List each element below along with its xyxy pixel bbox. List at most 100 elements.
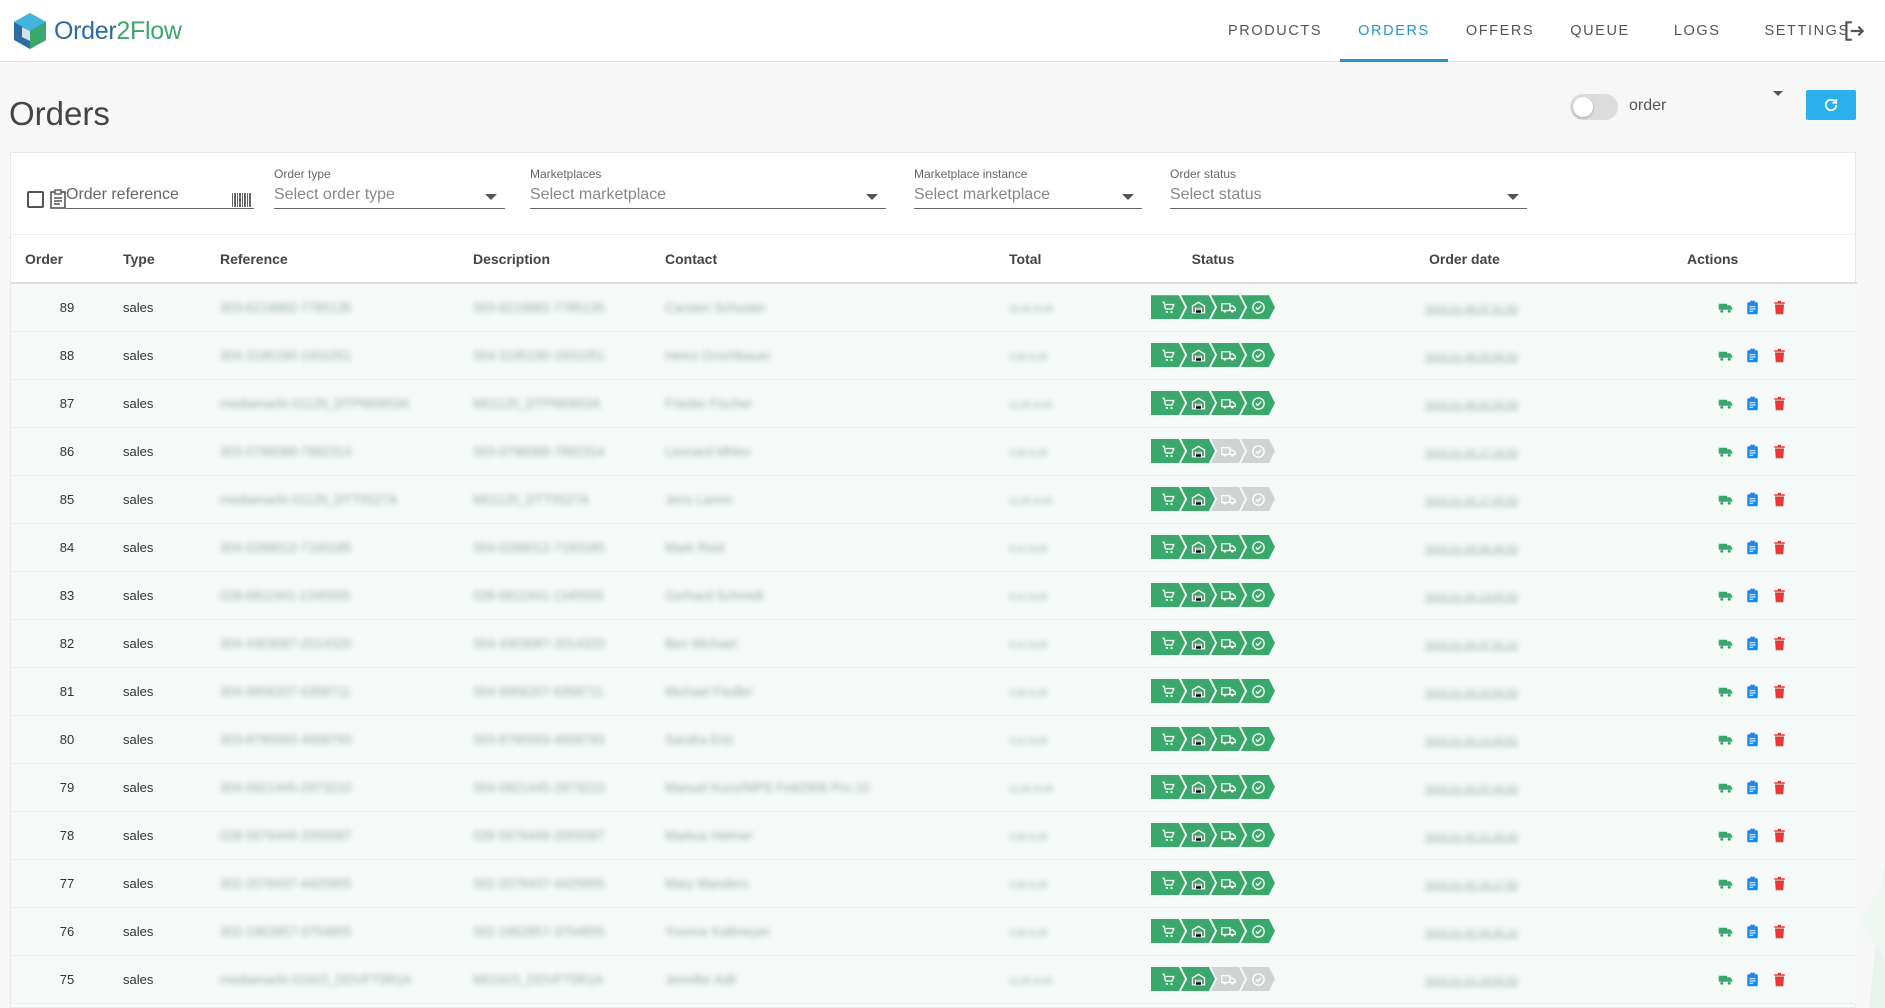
clipboard-list-icon[interactable]	[49, 189, 67, 209]
order-date-link[interactable]: 2024-01-05 17:05:55	[1425, 496, 1518, 507]
col-description[interactable]: Description	[473, 235, 665, 284]
order-date-link[interactable]: 2024-01-03 07:43:05	[1425, 784, 1518, 795]
truck-icon[interactable]	[1718, 444, 1733, 459]
select-all-checkbox[interactable]	[27, 191, 44, 208]
trash-icon[interactable]	[1772, 348, 1787, 363]
order-date-link[interactable]: 2024-01-04 07:51:15	[1425, 640, 1518, 651]
col-contact[interactable]: Contact	[665, 235, 1009, 284]
table-row[interactable]: 76 sales 302-1962857-3754855 302-1962857-37…	[11, 907, 1857, 956]
truck-icon[interactable]	[1718, 348, 1733, 363]
clipboard-icon[interactable]	[1745, 684, 1760, 699]
col-order[interactable]: Order	[11, 235, 123, 284]
trash-icon[interactable]	[1772, 444, 1787, 459]
app-logo[interactable]: Order2Flow	[10, 12, 182, 50]
truck-icon[interactable]	[1718, 876, 1733, 891]
order-type-select[interactable]: Order type Select order type	[274, 167, 505, 209]
trash-icon[interactable]	[1772, 300, 1787, 315]
clipboard-icon[interactable]	[1745, 492, 1760, 507]
clipboard-icon[interactable]	[1745, 780, 1760, 795]
table-row[interactable]: 82 sales 304-4303087-2014320 304-4303087-20…	[11, 619, 1857, 668]
clipboard-icon[interactable]	[1745, 828, 1760, 843]
barcode-icon[interactable]	[232, 193, 252, 207]
clipboard-icon[interactable]	[1745, 396, 1760, 411]
marketplace-instance-select[interactable]: Marketplace instance Select marketplace	[914, 167, 1142, 209]
trash-icon[interactable]	[1772, 876, 1787, 891]
order-date-link[interactable]: 2024-01-04 13:05:55	[1425, 592, 1518, 603]
table-row[interactable]: 80 sales 303-8795593-4658793 303-8795593-46…	[11, 715, 1857, 764]
order-date-link[interactable]: 2024-01-08 01:55:59	[1425, 400, 1518, 411]
table-row[interactable]: 77 sales 302-2078437-4425955 302-2078437-44…	[11, 859, 1857, 908]
order-reference-input[interactable]: Order reference	[66, 186, 254, 204]
logout-icon[interactable]	[1841, 18, 1867, 44]
nav-offers[interactable]: OFFERS	[1448, 0, 1552, 62]
clipboard-icon[interactable]	[1745, 636, 1760, 651]
trash-icon[interactable]	[1772, 972, 1787, 987]
table-row[interactable]: 79 sales 304-0921445-2973210 304-0921445-29…	[11, 763, 1857, 812]
clipboard-icon[interactable]	[1745, 972, 1760, 987]
order-date-link[interactable]: 2024-01-05 08:49:55	[1425, 544, 1518, 555]
col-type[interactable]: Type	[123, 235, 220, 284]
truck-icon[interactable]	[1718, 828, 1733, 843]
truck-icon[interactable]	[1718, 492, 1733, 507]
nav-logs[interactable]: LOGS	[1648, 0, 1747, 62]
order-reference-field[interactable]: Order reference	[66, 167, 254, 209]
trash-icon[interactable]	[1772, 636, 1787, 651]
clipboard-icon[interactable]	[1745, 540, 1760, 555]
order-status-select[interactable]: Order status Select status	[1170, 167, 1527, 209]
truck-icon[interactable]	[1718, 972, 1733, 987]
truck-icon[interactable]	[1718, 588, 1733, 603]
truck-icon[interactable]	[1718, 732, 1733, 747]
table-row[interactable]: 78 sales 028-5676449-2055587 028-5676449-20…	[11, 811, 1857, 860]
nav-orders[interactable]: ORDERS	[1340, 0, 1448, 62]
order-date-link[interactable]: 2024-01-08 05:59:50	[1425, 352, 1518, 363]
trash-icon[interactable]	[1772, 780, 1787, 795]
truck-icon[interactable]	[1718, 636, 1733, 651]
truck-icon[interactable]	[1718, 396, 1733, 411]
table-row[interactable]: 81 sales 304-9956207-6358711 304-9956207-63…	[11, 667, 1857, 716]
trash-icon[interactable]	[1772, 828, 1787, 843]
trash-icon[interactable]	[1772, 732, 1787, 747]
clipboard-icon[interactable]	[1745, 444, 1760, 459]
trash-icon[interactable]	[1772, 924, 1787, 939]
truck-icon[interactable]	[1718, 540, 1733, 555]
table-row[interactable]: 85 sales mediamarkt-01120_DTT5527A M01120_D…	[11, 475, 1857, 524]
marketplaces-select[interactable]: Marketplaces Select marketplace	[530, 167, 886, 209]
trash-icon[interactable]	[1772, 540, 1787, 555]
table-row[interactable]: 89 sales 303-6219882-7785135 303-6219882-77…	[11, 283, 1857, 332]
order-date-link[interactable]: 2024-01-08 07:51:55	[1425, 304, 1518, 315]
order-date-link[interactable]: 2024-01-02 21:35:45	[1425, 832, 1518, 843]
trash-icon[interactable]	[1772, 684, 1787, 699]
trash-icon[interactable]	[1772, 492, 1787, 507]
col-order-date[interactable]: Order date	[1357, 235, 1587, 284]
nav-products[interactable]: PRODUCTS	[1210, 0, 1340, 62]
truck-icon[interactable]	[1718, 300, 1733, 315]
clipboard-icon[interactable]	[1745, 732, 1760, 747]
clipboard-icon[interactable]	[1745, 588, 1760, 603]
table-row[interactable]: 84 sales 304-0288012-7193185 304-0288012-71…	[11, 523, 1857, 572]
clipboard-icon[interactable]	[1745, 924, 1760, 939]
table-row[interactable]: 75 sales mediamarkt-01915_DDVFT5R1A M01915_…	[11, 955, 1857, 1004]
clipboard-icon[interactable]	[1745, 876, 1760, 891]
nav-queue[interactable]: QUEUE	[1552, 0, 1648, 62]
col-reference[interactable]: Reference	[220, 235, 473, 284]
trash-icon[interactable]	[1772, 588, 1787, 603]
table-row[interactable]: 87 sales mediamarkt-01120_DTPM0953A M01120_…	[11, 379, 1857, 428]
refresh-button[interactable]	[1806, 90, 1856, 120]
clipboard-icon[interactable]	[1745, 300, 1760, 315]
truck-icon[interactable]	[1718, 780, 1733, 795]
table-row[interactable]: 83 sales 028-6811941-1345555 028-6811941-13…	[11, 571, 1857, 620]
col-status[interactable]: Status	[1069, 235, 1357, 284]
order-date-link[interactable]: 2024-01-02 19:17:55	[1425, 880, 1518, 891]
order-date-link[interactable]: 2024-01-02 09:35:15	[1425, 928, 1518, 939]
table-row[interactable]: 88 sales 304-3195190-1931051 304-3195190-19…	[11, 331, 1857, 380]
trash-icon[interactable]	[1772, 396, 1787, 411]
truck-icon[interactable]	[1718, 684, 1733, 699]
order-date-link[interactable]: 2024-01-01 18:55:55	[1425, 976, 1518, 987]
table-row[interactable]: 86 sales 303-0796088-7892314 303-0796088-78…	[11, 427, 1857, 476]
col-total[interactable]: Total	[1009, 235, 1069, 284]
order-toggle[interactable]	[1570, 94, 1618, 120]
order-date-link[interactable]: 2024-01-03 20:50:55	[1425, 688, 1518, 699]
truck-icon[interactable]	[1718, 924, 1733, 939]
clipboard-icon[interactable]	[1745, 348, 1760, 363]
order-date-link[interactable]: 2024-01-05 17:19:55	[1425, 448, 1518, 459]
